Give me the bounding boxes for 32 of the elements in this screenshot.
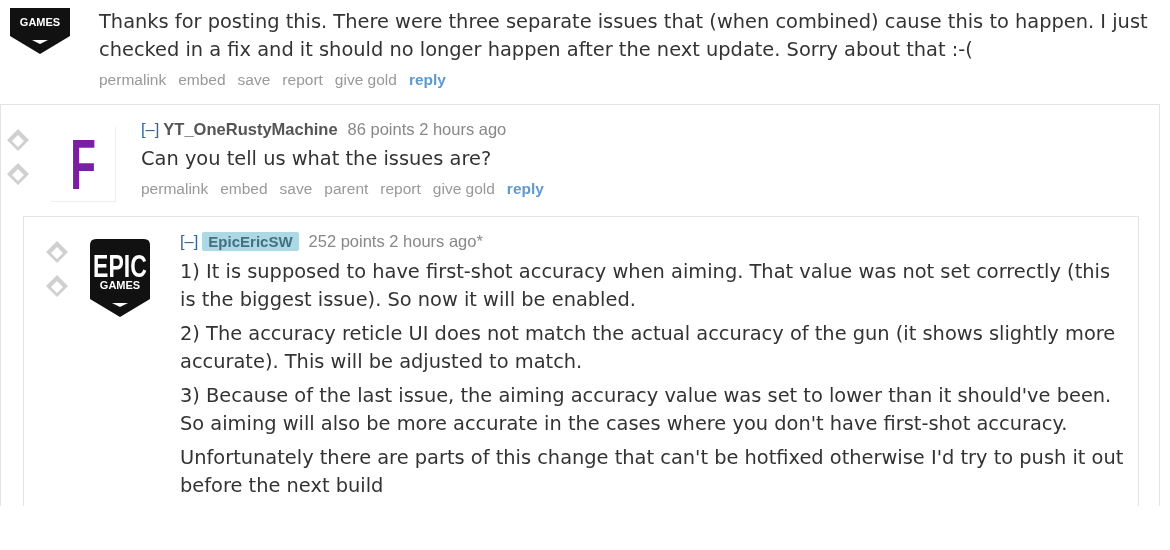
action-link[interactable]: embed xyxy=(220,179,268,199)
action-link[interactable]: parent xyxy=(324,179,369,199)
logo-text: GAMES xyxy=(19,16,61,28)
comment-text: 2) The accuracy reticle UI does not match the actual accuracy of the gun (it shows slightly more accurate). This will be adjusted to match. xyxy=(180,321,1117,375)
comment-meta: 86 points 2 hours ago xyxy=(347,120,507,138)
upvote-icon[interactable] xyxy=(44,239,70,265)
action-link[interactable]: report xyxy=(380,179,421,199)
action-link[interactable]: permalink xyxy=(141,179,209,199)
action-link[interactable]: permalink xyxy=(99,70,167,90)
action-link[interactable]: embed xyxy=(178,70,226,90)
avatar-letter: F xyxy=(70,127,96,202)
comment-text: Thanks for posting this. There were three separate issues that (when combined) cause this to happen. I just checked in a fix and it should no longer happen after the next update. Sorry about that :-( xyxy=(99,9,1149,63)
logo-shield xyxy=(10,8,70,54)
downvote-icon[interactable] xyxy=(44,273,70,299)
upvote-icon[interactable] xyxy=(5,127,31,153)
reply-link[interactable]: reply xyxy=(506,179,544,199)
author-link[interactable]: EpicEricSW xyxy=(202,232,299,251)
comment-text: Can you tell us what the issues are? xyxy=(141,146,493,172)
comment-text: 3) Because of the last issue, the aiming accuracy value was set to lower than it should've been. So aiming will also be more accurate in the cases where you don't have first-shot accuracy. xyxy=(180,383,1113,437)
collapse-link[interactable]: [–] xyxy=(180,232,199,250)
action-link[interactable]: save xyxy=(279,179,313,199)
action-link[interactable]: give gold xyxy=(432,179,495,199)
comment-text: 1) It is supposed to have first-shot accuracy when aiming. That value was not set correctly (this is the biggest issue). So now it will be enabled. xyxy=(180,259,1112,313)
collapse-link[interactable]: [–] xyxy=(141,120,160,138)
comment-text: Unfortunately there are parts of this change that can't be hotfixed otherwise I'd try to push it out before the next build xyxy=(180,445,1125,499)
action-link[interactable]: save xyxy=(237,70,271,90)
comment-meta: 252 points 2 hours ago* xyxy=(308,232,483,250)
downvote-icon[interactable] xyxy=(5,161,31,187)
author-link[interactable]: YT_OneRustyMachine xyxy=(163,120,338,138)
reply-link[interactable]: reply xyxy=(408,70,446,90)
action-link[interactable]: report xyxy=(282,70,323,90)
action-link[interactable]: give gold xyxy=(334,70,397,90)
